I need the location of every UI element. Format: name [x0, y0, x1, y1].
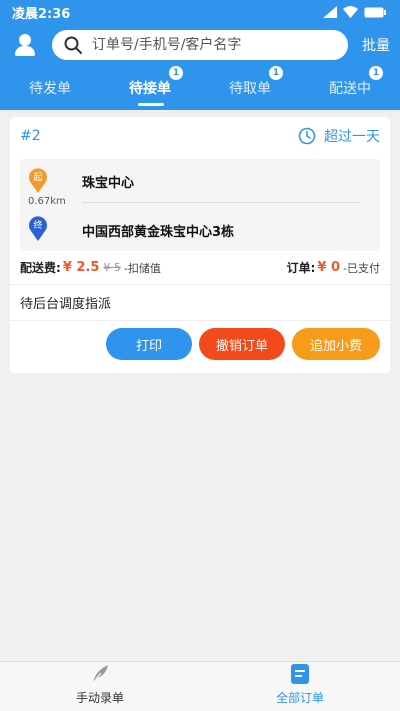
nav-manual-entry[interactable]: 手动录单: [0, 662, 200, 711]
wifi-icon: [343, 6, 358, 18]
order-card[interactable]: #2 超过一天 起 珠宝中心 0.67km 终 中国西部黄金珠宝中心3栋 配送费…: [10, 117, 390, 373]
nav-label: 手动录单: [75, 691, 124, 705]
document-icon: [291, 664, 309, 684]
feather-icon: [91, 665, 108, 685]
tab-label: 待发单: [29, 81, 71, 97]
nav-all-orders[interactable]: 全部订单: [200, 662, 400, 711]
order-actions: 打印 撤销订单 追加小费: [10, 321, 390, 360]
user-avatar-icon[interactable]: [14, 34, 36, 56]
tab-badge: 1: [269, 66, 283, 80]
search-input[interactable]: [92, 37, 322, 53]
route-box: 起 珠宝中心 0.67km 终 中国西部黄金珠宝中心3栋: [20, 159, 380, 251]
dropoff-address: 中国西部黄金珠宝中心3栋: [82, 225, 235, 240]
cancel-order-button[interactable]: 撤销订单: [199, 328, 285, 360]
pickup-address: 珠宝中心: [82, 176, 135, 191]
tab-badge: 1: [369, 66, 383, 80]
order-fee: 订单: ¥ 0 -已支付: [287, 259, 380, 276]
tab-pending-pickup[interactable]: 待取单 1: [200, 66, 300, 110]
fee-row: 配送费: ¥ 2.5 ¥ 5 -扣储值 订单: ¥ 0 -已支付: [10, 251, 390, 285]
delivery-fee-note: -扣储值: [123, 261, 161, 275]
start-pin-icon: 起: [29, 168, 47, 193]
order-card-header: #2 超过一天: [10, 117, 390, 155]
signal-icon: [323, 6, 337, 18]
order-fee-price: ¥ 0: [317, 260, 341, 275]
order-fee-label: 订单:: [286, 261, 316, 275]
search-bar[interactable]: [52, 30, 348, 60]
print-button[interactable]: 打印: [106, 328, 192, 360]
end-pin-marker: 终: [33, 219, 42, 231]
search-icon: [64, 36, 82, 54]
active-tab-indicator: [138, 103, 164, 106]
tab-label: 待取单: [229, 81, 271, 97]
clock-icon: [298, 127, 316, 145]
tab-pending-dispatch[interactable]: 待发单: [0, 66, 100, 110]
order-number: #2: [20, 128, 41, 144]
status-icons: [323, 6, 386, 18]
status-time: 凌晨2:36: [12, 6, 71, 22]
bottom-nav: 手动录单 全部订单: [0, 661, 400, 711]
end-pin-icon: 终: [29, 216, 47, 241]
overdue-indicator: 超过一天: [298, 126, 380, 146]
batch-button[interactable]: 批量: [362, 35, 390, 55]
order-tabs: 待发单 待接单 1 待取单 1 配送中 1: [0, 66, 400, 110]
add-tip-button[interactable]: 追加小费: [292, 328, 380, 360]
tab-delivering[interactable]: 配送中 1: [300, 66, 400, 110]
app-header: 凌晨2:36 批量 待发单 待接单1 待取单1 配送中1: [0, 0, 400, 110]
delivery-fee-original: ¥ 5: [103, 261, 121, 274]
tab-label: 配送中: [329, 81, 371, 97]
tab-badge: 1: [169, 66, 183, 80]
tab-label: 待接单: [129, 81, 171, 97]
battery-icon: [364, 7, 386, 17]
top-bar: 批量: [0, 24, 400, 66]
delivery-fee-price: ¥ 2.5: [62, 260, 100, 275]
order-fee-note: -已支付: [343, 261, 380, 275]
nav-label: 全部订单: [275, 691, 324, 705]
delivery-fee-label: 配送费:: [20, 261, 61, 275]
start-pin-marker: 起: [33, 172, 42, 183]
dispatch-status: 待后台调度指派: [10, 285, 390, 321]
route-distance: 0.67km: [28, 196, 66, 207]
route-divider: [82, 202, 360, 203]
status-bar: 凌晨2:36: [0, 0, 400, 24]
overdue-label: 超过一天: [324, 129, 380, 145]
